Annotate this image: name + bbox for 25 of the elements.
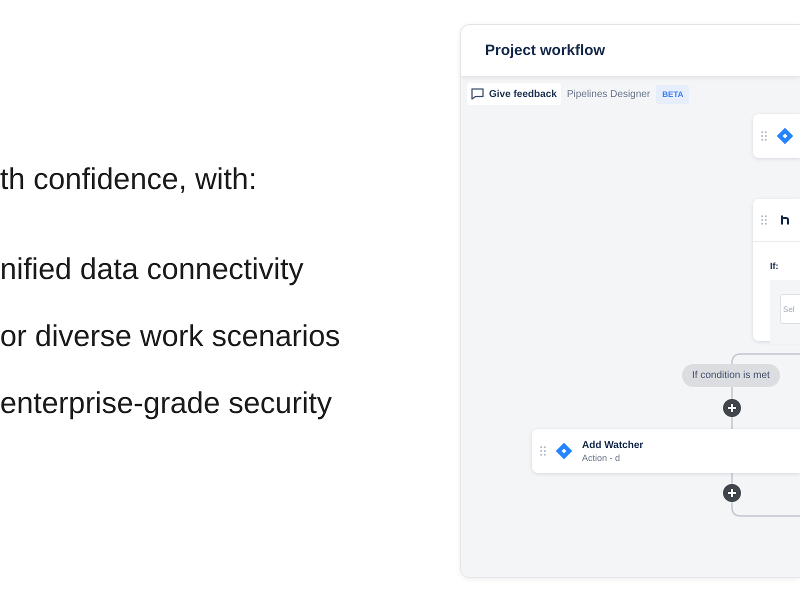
branch-label: If condition is met — [682, 364, 780, 387]
diamond-icon — [556, 443, 572, 459]
drag-handle-icon[interactable] — [761, 131, 767, 141]
feature-text: enterprise-grade security — [0, 386, 332, 422]
add-step-icon[interactable] — [723, 484, 741, 502]
designer-label: Pipelines Designer — [566, 88, 650, 100]
drag-handle-icon[interactable] — [540, 446, 546, 456]
condition-node-card[interactable]: If: Sel — [753, 199, 800, 341]
select-field[interactable]: Sel — [780, 294, 800, 324]
drag-handle-icon[interactable] — [761, 215, 767, 225]
feature-text: nified data connectivity — [0, 252, 304, 288]
action-node-card[interactable] — [753, 114, 800, 158]
node-title: Add Watcher — [582, 440, 644, 450]
panel-title: Project workflow — [485, 42, 606, 59]
condition-label: If: — [770, 261, 778, 271]
add-step-icon[interactable] — [723, 399, 741, 417]
action-node-card[interactable]: Add Watcher Action - d — [532, 429, 800, 473]
speech-bubble-icon — [471, 88, 484, 100]
node-subtitle: Action - d — [582, 452, 620, 462]
feature-text: or diverse work scenarios — [0, 319, 340, 355]
slide-heading: th confidence, with: — [0, 162, 257, 198]
beta-badge: BETA — [656, 84, 690, 104]
feedback-button[interactable]: Give feedback — [467, 83, 561, 105]
diamond-icon — [777, 128, 793, 144]
branch-icon — [780, 215, 790, 225]
